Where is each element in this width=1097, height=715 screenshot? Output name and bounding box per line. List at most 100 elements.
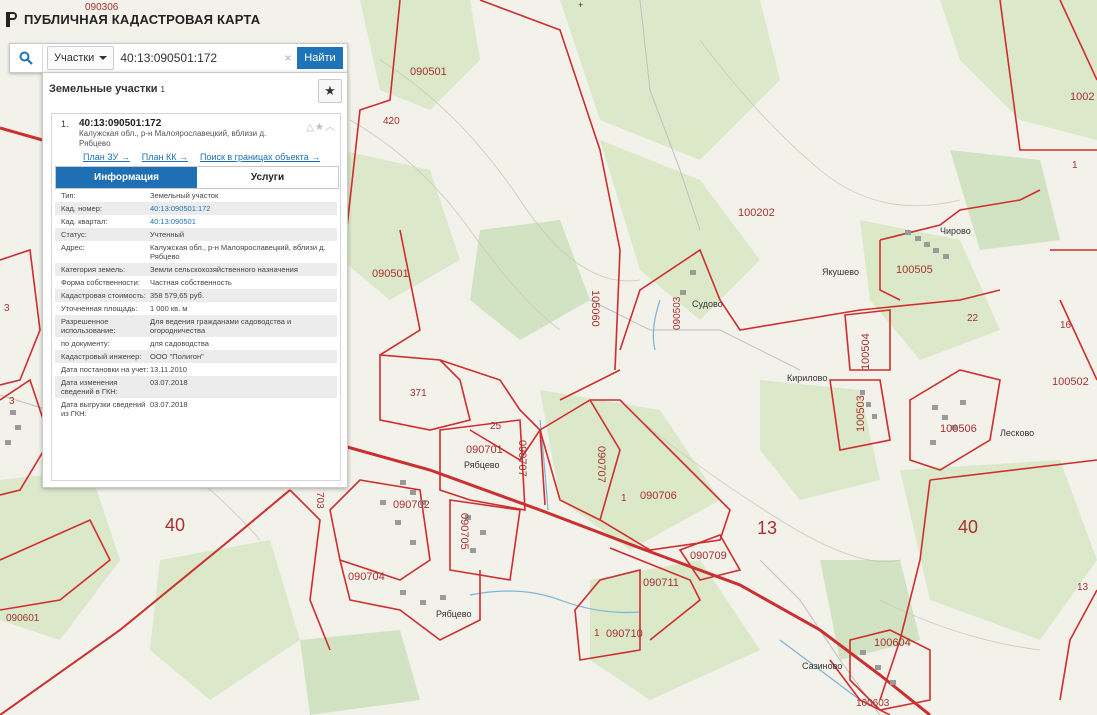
clear-icon[interactable]: × xyxy=(281,51,295,65)
map-label-100506: 100506 xyxy=(940,423,977,435)
parcel-number: 40:13:090501:172 xyxy=(79,118,162,129)
map-label-100502: 100502 xyxy=(1052,376,1089,388)
star-outline-icon[interactable]: ★ xyxy=(315,122,325,133)
parcel-address: Калужская обл., р-н Малоярославецкий, вб… xyxy=(79,129,267,148)
app-header: ПУБЛИЧНАЯ КАДАСТРОВАЯ КАРТА xyxy=(6,12,260,27)
settlement-label: Кирилово xyxy=(787,373,828,383)
card-actions: △★︿ xyxy=(306,118,336,133)
collapse-icon[interactable]: ︿ xyxy=(325,122,336,133)
panel-header: Земельные участки 1 xyxy=(43,73,347,105)
settlement-label: Якушево xyxy=(822,267,859,277)
map-label-090711: 090711 xyxy=(643,577,679,589)
attribute-value: Калужская обл., р-н Малоярославецкий, вб… xyxy=(150,243,326,261)
attribute-row: Категория земель: Земли сельскохозяйствен… xyxy=(55,263,337,276)
app-title: ПУБЛИЧНАЯ КАДАСТРОВАЯ КАРТА xyxy=(24,12,261,27)
search-input[interactable] xyxy=(120,47,281,69)
settlement-label: Сазиново xyxy=(802,661,843,671)
find-button[interactable]: Найти xyxy=(297,47,343,69)
attribute-value: 358 579,65 руб. xyxy=(150,291,204,300)
map-label-371: 371 xyxy=(410,388,427,399)
map-label-13-small: 13 xyxy=(1077,582,1089,593)
settlement-label: Судово xyxy=(692,299,723,309)
attribute-row: Адрес: Калужская обл., р-н Малоярославецк… xyxy=(55,241,337,263)
attribute-key: Разрешенное использование: xyxy=(61,317,116,335)
results-count: 1 xyxy=(160,84,165,94)
attribute-row: Разрешенное использование: Для ведения гр… xyxy=(55,315,337,337)
parcel-card: 1. 40:13:090501:172 △★︿ Калужская обл., … xyxy=(51,113,341,481)
plan-zu-link[interactable]: План ЗУ → xyxy=(83,152,130,162)
map-label-703: 703 xyxy=(314,492,325,509)
attribute-value[interactable]: 40:13:090501:172 xyxy=(150,204,337,213)
results-panel: Земельные участки 1 ★ 1. 40:13:090501:17… xyxy=(42,72,348,488)
attribute-value: Земельный участок xyxy=(150,191,219,200)
attribute-row: Кадастровая стоимость: 358 579,65 руб. xyxy=(55,289,337,302)
attribute-key: Кадастровая стоимость: xyxy=(61,291,146,300)
attribute-value: ООО "Полигон" xyxy=(150,352,204,361)
map-label-1002: 1002 xyxy=(1070,91,1095,103)
object-type-dropdown[interactable]: Участки xyxy=(47,46,115,70)
map-label-100503: 100503 xyxy=(855,395,867,432)
warning-icon[interactable]: △ xyxy=(306,122,315,133)
attribute-value: 03.07.2018 xyxy=(150,378,188,387)
attribute-value: для садоводства xyxy=(150,339,209,348)
tab-information[interactable]: Информация xyxy=(56,167,197,188)
attribute-table: Тип: Земельный участок Кад. номер: 40:13:09… xyxy=(55,189,337,420)
map-label-090710: 090710 xyxy=(606,628,643,640)
attribute-value: Учтенный xyxy=(150,230,185,239)
attribute-key: по документу: xyxy=(61,339,110,348)
attribute-key: Форма собственности: xyxy=(61,278,140,287)
chevron-down-icon xyxy=(99,56,108,60)
attribute-key: Кадастровый инженер: xyxy=(61,352,142,361)
plan-kk-link[interactable]: План КК → xyxy=(142,152,188,162)
map-label-1: 1 xyxy=(621,493,627,504)
attribute-value: Частная собственность xyxy=(150,278,232,287)
attribute-key: Уточненная площадь: xyxy=(61,304,138,313)
map-label-22: 22 xyxy=(967,313,979,324)
search-icon[interactable] xyxy=(10,45,43,71)
map-label-090706: 090706 xyxy=(640,490,677,502)
attribute-value: 03.07.2018 xyxy=(150,400,188,409)
settlement-label: Рябцево xyxy=(436,609,472,619)
star-icon: ★ xyxy=(324,83,336,98)
rosreestr-logo-icon xyxy=(6,12,18,27)
attribute-row: Тип: Земельный участок xyxy=(55,189,337,202)
map-label-16: 16 xyxy=(1060,320,1072,331)
map-label-3: 3 xyxy=(9,396,15,407)
map-label-090702: 090702 xyxy=(393,499,430,511)
tab-services[interactable]: Услуги xyxy=(197,167,338,188)
result-index: 1. xyxy=(61,119,69,129)
attribute-row: Кадастровый инженер: ООО "Полигон" xyxy=(55,350,337,363)
map-label-090704: 090704 xyxy=(348,571,385,583)
attribute-row: Кад. номер: 40:13:090501:172 xyxy=(55,202,337,215)
attribute-value: 13.11.2010 xyxy=(150,365,187,374)
favorites-button[interactable]: ★ xyxy=(318,79,342,103)
map-label-100202: 100202 xyxy=(738,207,775,219)
map-label-40-west: 40 xyxy=(165,515,186,535)
map-label-3: 3 xyxy=(4,303,10,314)
map-label-090503: 090503 xyxy=(672,296,683,330)
attribute-key: Категория земель: xyxy=(61,265,126,274)
attribute-row: Уточненная площадь: 1 000 кв. м xyxy=(55,302,337,315)
map-label-1: 1 xyxy=(1072,160,1078,171)
attribute-key: Дата изменения сведений в ГКН: xyxy=(61,378,118,396)
map-label-100604: 100604 xyxy=(874,637,911,649)
map-label-1: 1 xyxy=(594,628,600,639)
parcel-links: План ЗУ → План КК → Поиск в границах объ… xyxy=(83,152,320,162)
map-label-420: 420 xyxy=(383,116,400,127)
attribute-row: Статус: Учтенный xyxy=(55,228,337,241)
attribute-key: Кад. номер: xyxy=(61,204,102,213)
attribute-value[interactable]: 40:13:090501 xyxy=(150,217,337,226)
map-label-090707: 090707 xyxy=(595,446,607,483)
attribute-key: Дата постановки на учет: xyxy=(61,365,149,374)
attribute-key: Кад. квартал: xyxy=(61,217,108,226)
panel-heading: Земельные участки xyxy=(49,83,158,95)
map-center-marker: + xyxy=(578,0,584,10)
map-label-090701: 090701 xyxy=(466,444,503,456)
settlement-label: Чирово xyxy=(940,226,971,236)
search-bar: Участки × Найти xyxy=(9,43,348,73)
attribute-row: Дата постановки на учет: 13.11.2010 xyxy=(55,363,337,376)
attribute-value: Для ведения гражданами садоводства и ого… xyxy=(150,317,292,335)
map-label-105060: 105060 xyxy=(589,290,601,327)
map-label-090705: 090705 xyxy=(458,513,470,550)
search-in-bounds-link[interactable]: Поиск в границах объекта → xyxy=(200,152,320,162)
